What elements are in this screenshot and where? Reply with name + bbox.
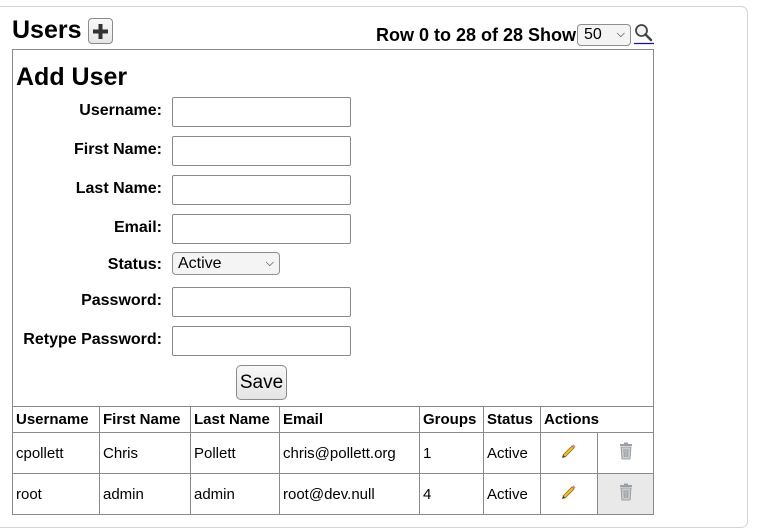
table-row: cpollett Chris Pollett chris@pollett.org… bbox=[13, 433, 654, 474]
pencil-icon bbox=[560, 442, 578, 460]
status-select[interactable]: Active ⌵ bbox=[172, 252, 280, 275]
rows-per-page-value: 50 bbox=[584, 26, 602, 44]
trash-icon bbox=[618, 483, 634, 501]
username-field[interactable] bbox=[172, 97, 351, 127]
delete-user-button[interactable] bbox=[618, 483, 634, 505]
cell-groups: 1 bbox=[420, 433, 484, 474]
rows-per-page-select[interactable]: 50 ⌵ bbox=[577, 24, 631, 46]
cell-email: chris@pollett.org bbox=[280, 433, 420, 474]
cell-status: Active bbox=[484, 433, 541, 474]
password-field[interactable] bbox=[172, 287, 351, 317]
pencil-icon bbox=[560, 483, 578, 501]
chevron-down-icon: ⌵ bbox=[617, 28, 625, 41]
column-header-actions: Actions bbox=[541, 407, 654, 433]
page-title: Users bbox=[12, 15, 82, 45]
edit-user-button[interactable] bbox=[560, 442, 578, 464]
cell-username: cpollett bbox=[13, 433, 100, 474]
cell-groups: 4 bbox=[420, 474, 484, 515]
magnifier-icon bbox=[634, 23, 654, 45]
pager-text: Row 0 to 28 of 28 Show bbox=[376, 24, 576, 46]
table-header-row: Username First Name Last Name Email Grou… bbox=[13, 407, 654, 433]
column-header-groups: Groups bbox=[420, 407, 484, 433]
plus-icon bbox=[92, 23, 109, 40]
delete-cell bbox=[598, 474, 654, 515]
status-label: Status: bbox=[108, 255, 162, 275]
retype-password-label: Retype Password: bbox=[23, 330, 162, 350]
add-user-button[interactable] bbox=[88, 18, 113, 44]
last-name-label: Last Name: bbox=[76, 179, 162, 199]
save-button[interactable]: Save bbox=[236, 365, 287, 400]
cell-username: root bbox=[13, 474, 100, 515]
email-field[interactable] bbox=[172, 214, 351, 244]
first-name-label: First Name: bbox=[74, 140, 162, 160]
column-header-first-name: First Name bbox=[100, 407, 191, 433]
form-title: Add User bbox=[16, 63, 127, 91]
column-header-username: Username bbox=[13, 407, 100, 433]
retype-password-field[interactable] bbox=[172, 326, 351, 356]
column-header-email: Email bbox=[280, 407, 420, 433]
edit-cell bbox=[541, 474, 598, 515]
chevron-down-icon: ⌵ bbox=[266, 257, 274, 270]
status-select-value: Active bbox=[178, 255, 222, 273]
delete-cell bbox=[598, 433, 654, 474]
users-table: Username First Name Last Name Email Grou… bbox=[12, 406, 654, 515]
cell-email: root@dev.null bbox=[280, 474, 420, 515]
cell-last-name: Pollett bbox=[191, 433, 280, 474]
cell-first-name: Chris bbox=[100, 433, 191, 474]
column-header-status: Status bbox=[484, 407, 541, 433]
column-header-last-name: Last Name bbox=[191, 407, 280, 433]
cell-status: Active bbox=[484, 474, 541, 515]
edit-cell bbox=[541, 433, 598, 474]
cell-first-name: admin bbox=[100, 474, 191, 515]
email-label: Email: bbox=[114, 218, 162, 238]
cell-last-name: admin bbox=[191, 474, 280, 515]
first-name-field[interactable] bbox=[172, 136, 351, 166]
delete-user-button[interactable] bbox=[618, 442, 634, 464]
search-link[interactable] bbox=[634, 23, 654, 45]
password-label: Password: bbox=[81, 291, 162, 311]
edit-user-button[interactable] bbox=[560, 483, 578, 505]
trash-icon bbox=[618, 442, 634, 460]
username-label: Username: bbox=[79, 101, 162, 121]
table-row: root admin admin root@dev.null 4 Active bbox=[13, 474, 654, 515]
last-name-field[interactable] bbox=[172, 175, 351, 205]
